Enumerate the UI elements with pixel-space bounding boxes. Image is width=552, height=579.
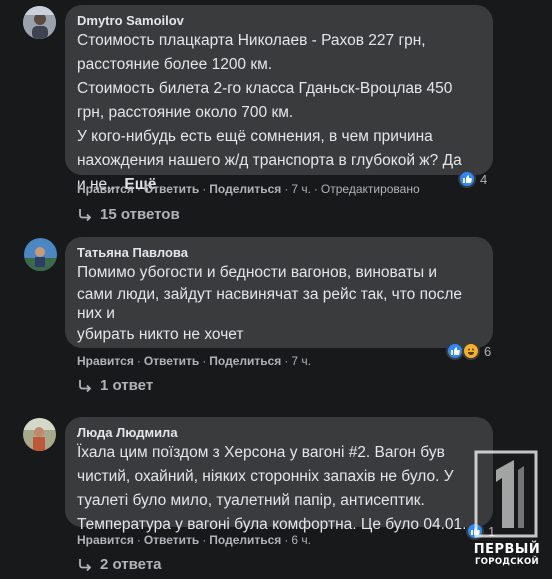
timestamp[interactable]: 7 ч. <box>291 354 311 368</box>
avatar[interactable] <box>24 238 57 271</box>
reply-button[interactable]: Ответить <box>144 354 199 368</box>
reply-arrow-icon <box>79 208 92 221</box>
view-replies-button[interactable]: 15 ответов <box>78 206 180 223</box>
watermark-logo: ПЕРВЫЙ ГОРОДСКОЙ <box>468 450 546 572</box>
haha-icon <box>462 342 480 360</box>
comment-bubble: Татьяна Павлова Помимо убогости и беднос… <box>65 237 493 348</box>
share-button[interactable]: Поделиться <box>209 354 281 368</box>
view-replies-button[interactable]: 1 ответ <box>78 377 153 394</box>
comment-text: Стоимость плацкарта Николаев - Рахов 227… <box>77 32 462 193</box>
reply-arrow-icon <box>79 379 92 392</box>
share-button[interactable]: Поделиться <box>209 533 281 547</box>
reply-button[interactable]: Ответить <box>144 533 199 547</box>
reaction-summary[interactable]: 6 <box>446 342 491 360</box>
reply-button[interactable]: Ответить <box>144 182 199 196</box>
comment-actions: Нравится · Ответить · Поделиться · 6 ч. <box>77 533 311 547</box>
comment-text: Помимо убогости и бедности вагонов, вино… <box>77 264 463 343</box>
comment-author[interactable]: Татьяна Павлова <box>77 244 481 261</box>
watermark-line-2: ГОРОДСКОЙ <box>475 557 539 567</box>
number-one-logo-icon <box>474 450 538 538</box>
reaction-count: 4 <box>480 171 488 187</box>
like-button[interactable]: Нравится <box>77 354 134 368</box>
view-replies-button[interactable]: 2 ответа <box>78 556 162 573</box>
reaction-count: 6 <box>484 343 492 359</box>
comment-actions: Нравится · Ответить · Поделиться · 7 ч. · Отреда… <box>77 182 420 196</box>
comment-actions: Нравится · Ответить · Поделиться · 7 ч. <box>77 354 311 368</box>
comment-text: Їхала цим поїздом з Херсона у вагоні #2.… <box>77 444 467 533</box>
share-button[interactable]: Поделиться <box>209 182 281 196</box>
reaction-summary[interactable]: 4 <box>458 170 487 188</box>
like-button[interactable]: Нравится <box>77 182 134 196</box>
comment-bubble: Люда Людмила Їхала цим поїздом з Херсона… <box>65 417 493 533</box>
comment-bubble: Dmytro Samoilov Стоимость плацкарта Нико… <box>65 5 493 193</box>
comment-author[interactable]: Люда Людмила <box>77 424 481 441</box>
avatar[interactable] <box>23 418 56 451</box>
watermark-line-1: ПЕРВЫЙ <box>473 542 541 557</box>
avatar[interactable] <box>23 6 56 39</box>
like-button[interactable]: Нравится <box>77 533 134 547</box>
edited-label: Отредактировано <box>320 182 420 196</box>
like-icon <box>458 170 476 188</box>
comment-author[interactable]: Dmytro Samoilov <box>77 12 481 29</box>
timestamp[interactable]: 7 ч. <box>291 182 311 196</box>
timestamp[interactable]: 6 ч. <box>291 533 311 547</box>
reply-arrow-icon <box>79 558 92 571</box>
